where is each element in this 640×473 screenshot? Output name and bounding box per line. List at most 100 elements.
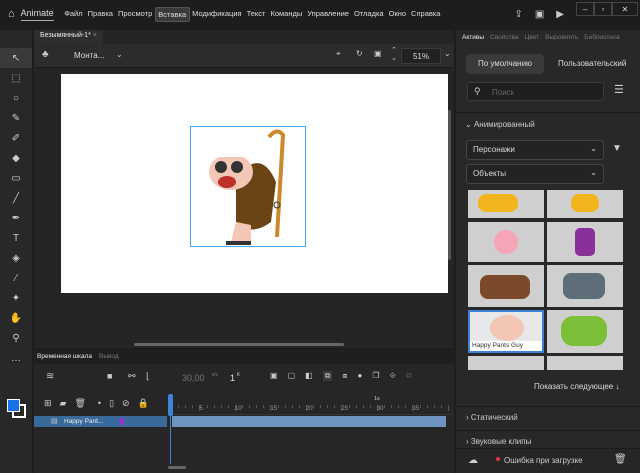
asset-thumbnail[interactable] bbox=[547, 265, 623, 307]
more-tools-icon[interactable]: … bbox=[0, 348, 32, 368]
text-tool-icon[interactable]: T bbox=[0, 228, 32, 248]
layers-icon[interactable]: ≋ bbox=[46, 371, 54, 382]
eyedropper-icon[interactable]: ⁄ bbox=[0, 268, 32, 288]
center-stage-icon[interactable]: ⌖ bbox=[336, 49, 341, 59]
filter-icon[interactable]: ▼ bbox=[612, 143, 622, 154]
sync-icon[interactable]: ⧉ bbox=[406, 371, 412, 381]
document-tab[interactable]: Безымянный-1* × bbox=[34, 30, 103, 44]
objects-dropdown[interactable]: Объекты ⌄ bbox=[466, 164, 604, 184]
hierarchy-icon[interactable]: ⚯ bbox=[128, 371, 136, 382]
menu-item[interactable]: Справка bbox=[409, 7, 443, 22]
menu-item[interactable]: Текст bbox=[244, 7, 268, 22]
tab-timeline[interactable]: Временная шкала bbox=[37, 353, 92, 360]
stage[interactable] bbox=[61, 74, 448, 293]
vertical-scrollbar[interactable] bbox=[448, 110, 451, 260]
minimize-button[interactable]: – bbox=[576, 2, 594, 16]
folder-icon[interactable]: ▰ bbox=[60, 398, 67, 412]
trash-icon[interactable]: 🗑 bbox=[614, 454, 627, 465]
asset-thumbnail[interactable] bbox=[547, 356, 623, 370]
maximize-button[interactable]: ▫ bbox=[594, 2, 612, 16]
custom-mode-button[interactable]: Пользовательский bbox=[558, 59, 626, 68]
panel-tab[interactable]: Цвет bbox=[522, 34, 543, 41]
scene-select[interactable]: Монта... bbox=[74, 51, 104, 60]
hide-icon[interactable]: ⊘ bbox=[122, 398, 130, 412]
lock-icon[interactable]: 🔒 bbox=[138, 398, 149, 412]
layer-name[interactable]: Happy Pant... bbox=[64, 418, 103, 425]
close-button[interactable]: ✕ bbox=[612, 2, 638, 16]
rectangle-tool-icon[interactable]: ▭ bbox=[0, 168, 32, 188]
characters-dropdown[interactable]: Персонажи ⌄ bbox=[466, 140, 604, 160]
frame-ruler[interactable]: 1s 5 10 15 20 25 30 35 bbox=[168, 395, 454, 415]
line-tool-icon[interactable]: ╱ bbox=[0, 188, 32, 208]
asset-thumbnail[interactable] bbox=[547, 190, 623, 218]
panel-tab[interactable]: Выровнять bbox=[542, 34, 581, 41]
lasso-tool-icon[interactable]: ○ bbox=[0, 88, 32, 108]
zoom-stepper[interactable]: ⌃ ⌄ bbox=[391, 47, 397, 63]
menu-item[interactable]: Правка bbox=[85, 7, 115, 22]
default-mode-button[interactable]: По умолчанию bbox=[466, 54, 544, 74]
menu-item[interactable]: Управление bbox=[305, 7, 352, 22]
current-frame[interactable]: 1 bbox=[230, 373, 235, 383]
search-input[interactable]: ⚲ Поиск bbox=[467, 82, 604, 101]
rotate-icon[interactable]: ↻ bbox=[356, 49, 363, 58]
outline-icon[interactable]: ▯ bbox=[109, 398, 114, 412]
section-animated-toggle[interactable]: ⌄ Анимированный bbox=[465, 120, 535, 129]
cloud-upload-icon[interactable]: ☁ bbox=[468, 455, 478, 466]
menu-item[interactable]: Окно bbox=[386, 7, 408, 22]
loop-icon[interactable]: ⟐ bbox=[390, 371, 396, 381]
paint-bucket-icon[interactable]: ◈ bbox=[0, 248, 32, 268]
menu-item[interactable]: Модификация bbox=[190, 7, 244, 22]
camera-icon[interactable]: ■ bbox=[107, 371, 112, 381]
share-icon[interactable]: ⇪ bbox=[514, 9, 522, 20]
list-view-icon[interactable]: ☰ bbox=[614, 83, 624, 96]
pin-icon[interactable]: ✦ bbox=[0, 288, 32, 308]
symbol-instance[interactable] bbox=[190, 126, 306, 247]
asset-thumbnail[interactable] bbox=[547, 222, 623, 262]
motion-tween-icon[interactable]: ⧉ bbox=[322, 371, 333, 381]
paint-brush-icon[interactable]: ✐ bbox=[0, 128, 32, 148]
graph-icon[interactable]: ⌊ bbox=[146, 371, 150, 382]
trash-icon[interactable]: 🗑 bbox=[74, 398, 85, 412]
play-icon[interactable]: ▶ bbox=[556, 9, 564, 20]
menu-item[interactable]: Команды bbox=[268, 7, 305, 22]
tab-output[interactable]: Вывод bbox=[99, 353, 119, 360]
clip-icon[interactable]: ▣ bbox=[374, 49, 382, 58]
blank-keyframe-icon[interactable]: ▢ bbox=[288, 371, 296, 381]
edit-multiple-icon[interactable]: ❐ bbox=[372, 371, 379, 381]
pen-tool-icon[interactable]: ✒ bbox=[0, 208, 32, 228]
hand-tool-icon[interactable]: ✋ bbox=[0, 308, 32, 328]
show-more-link[interactable]: Показать следующее ↓ bbox=[534, 382, 619, 391]
brush-tool-icon[interactable]: ✎ bbox=[0, 108, 32, 128]
layer-frames[interactable] bbox=[172, 416, 446, 427]
asset-thumbnail[interactable] bbox=[468, 222, 544, 262]
zoom-input[interactable]: 51% bbox=[401, 48, 441, 64]
onion-skin-icon[interactable]: ● bbox=[358, 371, 363, 381]
selection-tool-icon[interactable]: ↖ bbox=[0, 48, 32, 68]
panel-tab[interactable]: Активы bbox=[459, 34, 487, 41]
highlight-icon[interactable]: • bbox=[98, 398, 101, 412]
zoom-tool-icon[interactable]: ⚲ bbox=[0, 328, 32, 348]
playhead[interactable] bbox=[168, 394, 173, 416]
menu-item[interactable]: Вставка bbox=[154, 6, 190, 22]
free-transform-tool-icon[interactable]: ⬚ bbox=[0, 68, 32, 88]
home-icon[interactable]: ⌂ bbox=[8, 8, 15, 20]
classic-tween-icon[interactable]: ⧈ bbox=[342, 371, 347, 381]
fill-color-swatch[interactable] bbox=[7, 399, 20, 412]
asset-thumbnail[interactable] bbox=[468, 265, 544, 307]
chevron-down-icon[interactable]: ⌄ bbox=[116, 50, 123, 59]
keyframe-icon[interactable]: ▣ bbox=[270, 371, 278, 381]
close-tab-icon[interactable]: × bbox=[93, 32, 97, 39]
asset-thumbnail[interactable] bbox=[468, 190, 544, 218]
workspace-icon[interactable]: ▣ bbox=[535, 9, 544, 20]
panel-tab[interactable]: Свойства bbox=[487, 34, 522, 41]
zoom-dropdown-icon[interactable]: ⌄ bbox=[444, 49, 451, 58]
asset-thumbnail-selected[interactable]: Happy Pants Guy bbox=[468, 310, 544, 353]
asset-thumbnail[interactable] bbox=[468, 356, 544, 370]
layer-color-swatch[interactable] bbox=[120, 418, 124, 425]
menu-item[interactable]: Файл bbox=[62, 7, 85, 22]
layer-row[interactable]: ▤ Happy Pant... bbox=[34, 416, 167, 427]
panel-tab[interactable]: Библиотека bbox=[581, 34, 622, 41]
fps-value[interactable]: 30,00 bbox=[182, 373, 205, 383]
asset-thumbnail[interactable] bbox=[547, 310, 623, 353]
horizontal-scrollbar[interactable] bbox=[134, 343, 344, 346]
